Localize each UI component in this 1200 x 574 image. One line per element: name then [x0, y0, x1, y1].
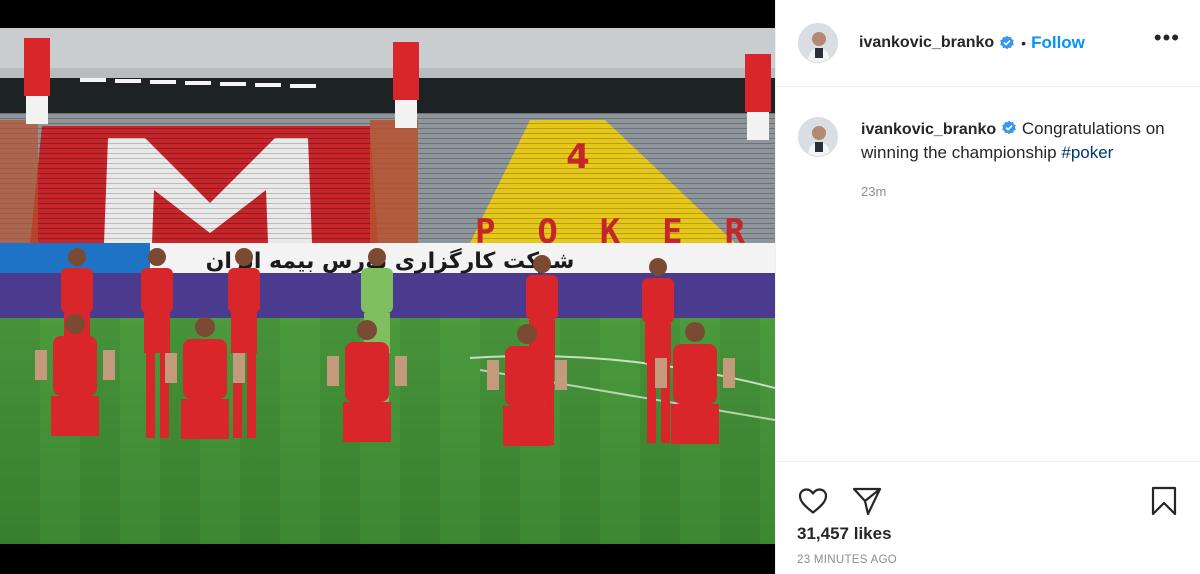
more-options-icon[interactable]: ••• [1154, 27, 1180, 53]
caption-body: ivankovic_branko Congratulations on winn… [861, 117, 1171, 203]
caption: ivankovic_branko Congratulations on winn… [798, 117, 1180, 203]
verified-badge-icon [1001, 120, 1017, 136]
avatar-image [799, 24, 837, 62]
send-icon[interactable] [850, 484, 884, 518]
follow-button[interactable]: Follow [1031, 33, 1085, 53]
team-photo-illustration: 4 POKER شرکت کارگزاری بورس بیمه ایران [0, 28, 775, 544]
post-photo[interactable]: 4 POKER شرکت کارگزاری بورس بیمه ایران [0, 28, 775, 544]
caption-avatar[interactable] [798, 117, 838, 157]
avatar[interactable] [798, 23, 838, 63]
caption-username[interactable]: ivankovic_branko [861, 121, 996, 138]
action-icons [776, 462, 1200, 522]
post-panel: ivankovic_branko • Follow ••• ivankovic_… [775, 0, 1200, 574]
post-header: ivankovic_branko • Follow ••• [776, 0, 1200, 87]
heart-icon[interactable] [796, 484, 830, 518]
author-username[interactable]: ivankovic_branko [859, 34, 994, 52]
photo-pane: 4 POKER شرکت کارگزاری بورس بیمه ایران [0, 0, 775, 574]
caption-time[interactable]: 23m [861, 180, 1171, 203]
post-timestamp[interactable]: 23 MINUTES AGO [776, 544, 1200, 566]
bookmark-icon[interactable] [1147, 484, 1181, 518]
actions-bar: 31,457 likes 23 MINUTES AGO [776, 461, 1200, 574]
header-separator: • [1021, 35, 1027, 51]
caption-hashtag[interactable]: #poker [1061, 143, 1113, 162]
comments-section: ivankovic_branko Congratulations on winn… [776, 87, 1200, 461]
likes-count[interactable]: 31,457 likes [776, 522, 1200, 544]
avatar-image [799, 118, 837, 156]
stand-number: 4 [566, 137, 590, 177]
verified-badge-icon [999, 35, 1015, 51]
